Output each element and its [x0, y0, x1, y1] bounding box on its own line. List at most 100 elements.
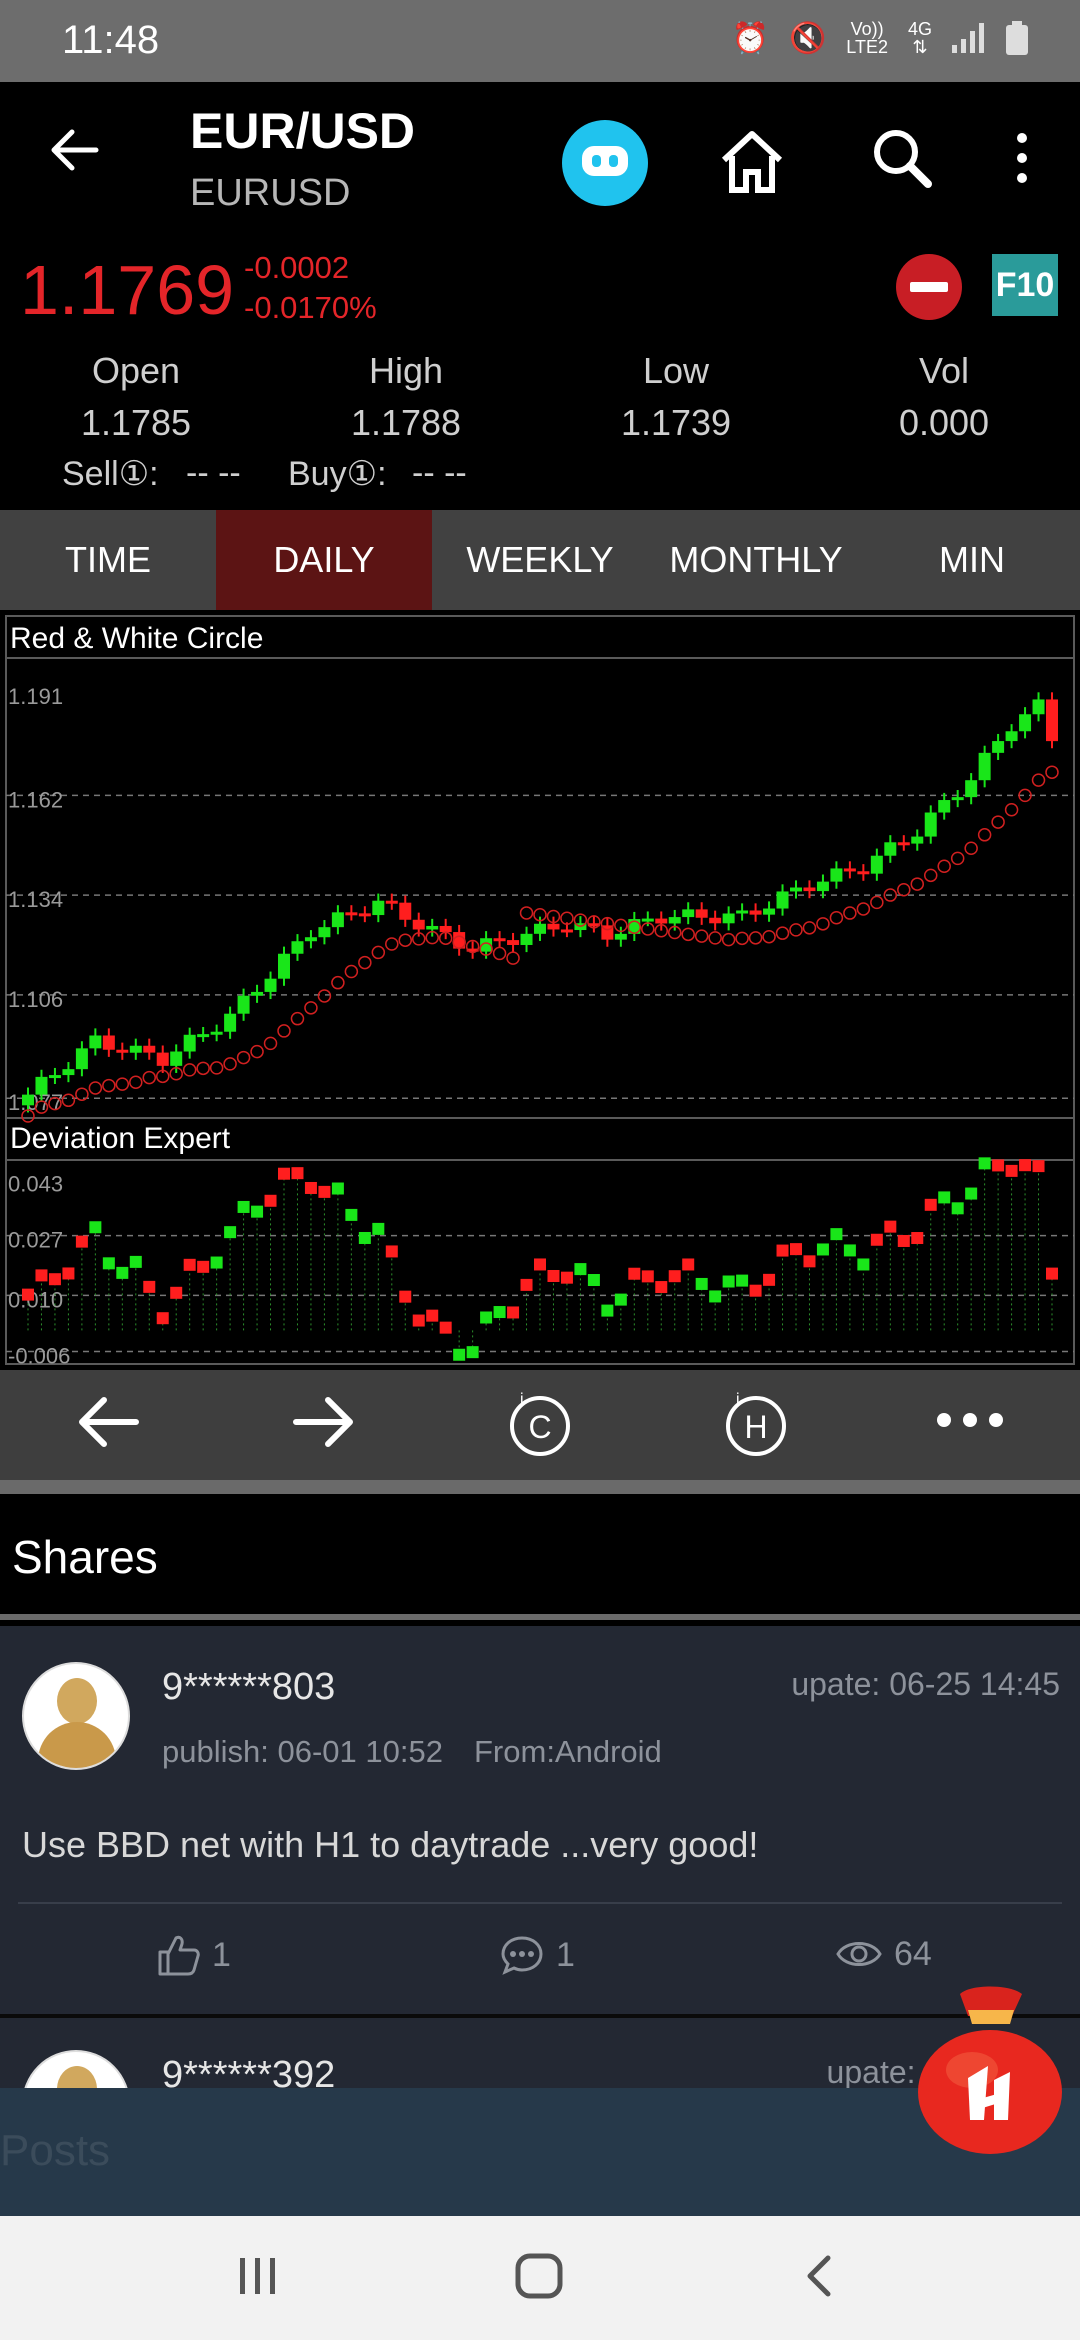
candle [830, 868, 843, 882]
candle [520, 933, 533, 945]
trail-circle [910, 877, 925, 891]
robot-assistant-button[interactable] [562, 120, 648, 206]
share-post[interactable]: 9******803 upate: 06-25 14:45 publish: 0… [0, 1626, 1080, 2014]
tab-min[interactable]: MIN [864, 510, 1080, 610]
trail-circle [937, 859, 951, 874]
trail-circle [735, 931, 749, 946]
deviation-point [331, 1182, 344, 1195]
candle [129, 1045, 142, 1053]
shares-header: Shares [0, 1494, 1080, 1620]
scroll-right-arrow-icon[interactable] [292, 1392, 356, 1452]
search-icon[interactable] [870, 126, 934, 190]
candle [224, 1013, 237, 1032]
candle [143, 1045, 156, 1053]
deviation-point [965, 1187, 978, 1200]
trail-circle [129, 1075, 143, 1089]
deviation-point [776, 1244, 789, 1257]
candle [493, 938, 506, 942]
sub-chart-title: Deviation Expert [10, 1122, 231, 1155]
post-username[interactable]: 9******803 [162, 1666, 335, 1709]
trail-circle [519, 906, 534, 920]
deviation-point [251, 1205, 264, 1218]
deviation-point [170, 1286, 183, 1299]
trail-circle [721, 932, 736, 947]
status-icons: ⏰ 🔇 Vo)) LTE2 4G ⇅ [732, 20, 1028, 56]
candle [655, 918, 668, 924]
deviation-point [264, 1194, 277, 1207]
deviation-point [628, 1267, 641, 1280]
tab-monthly[interactable]: MONTHLY [648, 510, 864, 610]
price-chart[interactable]: Red & White Circle Deviation Expert 1.19… [0, 610, 1080, 1370]
y-tick-label: 0.043 [8, 1172, 63, 1197]
deviation-point [439, 1321, 452, 1334]
deviation-point [978, 1157, 991, 1170]
deviation-point [951, 1202, 964, 1215]
candle [1046, 699, 1058, 742]
deviation-point [89, 1221, 102, 1234]
candle [22, 1094, 34, 1106]
trail-circle [236, 1050, 251, 1065]
deviation-point [520, 1278, 533, 1291]
indicator-c-icon[interactable]: C i [506, 1390, 574, 1458]
home-button-icon[interactable] [514, 2252, 564, 2300]
deviation-point [210, 1256, 223, 1269]
deviation-point [318, 1185, 331, 1198]
trail-circle [209, 1061, 224, 1075]
trail-circle [923, 868, 938, 883]
candle [1005, 731, 1018, 742]
post-username[interactable]: 9******392 [162, 2054, 335, 2088]
deviation-point [614, 1293, 627, 1306]
signal-icon [952, 23, 984, 53]
stat-low: Low 1.1739 [620, 350, 732, 443]
tab-weekly[interactable]: WEEKLY [432, 510, 648, 610]
deviation-point [722, 1275, 735, 1288]
more-tools-icon[interactable] [934, 1410, 1006, 1430]
avatar[interactable] [22, 2050, 130, 2088]
deviation-point [749, 1284, 762, 1297]
svg-text:H: H [744, 1409, 767, 1445]
back-arrow-icon[interactable] [48, 124, 100, 176]
home-icon[interactable] [718, 126, 786, 196]
candle [938, 800, 951, 813]
y-tick-label: 1.134 [8, 887, 63, 912]
trail-circle [385, 937, 399, 951]
tab-time[interactable]: TIME [0, 510, 216, 610]
deviation-point [507, 1306, 520, 1319]
deviation-point [35, 1269, 48, 1282]
y-tick-label: 1.106 [8, 987, 63, 1012]
stat-vol: Vol 0.000 [898, 350, 990, 443]
back-button-icon[interactable] [802, 2252, 836, 2300]
deviation-point [668, 1270, 681, 1283]
chart-toolbar: C i H i [0, 1370, 1080, 1480]
status-bar: 11:48 ⏰ 🔇 Vo)) LTE2 4G ⇅ [0, 0, 1080, 82]
deviation-point [830, 1228, 843, 1241]
deviation-point [412, 1314, 425, 1327]
deviation-point [857, 1258, 870, 1271]
red-bag-promo-icon[interactable] [910, 1980, 1070, 2160]
deviation-point [911, 1232, 924, 1245]
trail-circle [950, 851, 965, 866]
indicator-h-icon[interactable]: H i [722, 1390, 790, 1458]
trail-circle [492, 946, 507, 961]
avatar[interactable] [22, 1662, 130, 1770]
candle [264, 978, 277, 992]
candle [749, 910, 762, 915]
scroll-left-arrow-icon[interactable] [76, 1392, 140, 1452]
like-button[interactable]: 1 [156, 1934, 231, 1976]
candle [75, 1048, 88, 1070]
deviation-point [116, 1266, 129, 1279]
candle [304, 937, 317, 942]
tab-daily[interactable]: DAILY [216, 510, 432, 610]
deviation-point [641, 1270, 654, 1283]
recent-apps-icon[interactable] [236, 2252, 280, 2300]
y-tick-label: 1.191 [8, 684, 63, 709]
remove-watchlist-button[interactable] [896, 254, 962, 320]
more-options-icon[interactable] [1010, 130, 1034, 190]
f10-button[interactable]: F10 [992, 254, 1058, 316]
symbol-title: EUR/USD [190, 103, 416, 159]
comment-button[interactable]: 1 [500, 1934, 575, 1976]
candle [992, 741, 1005, 753]
battery-icon [1006, 21, 1028, 55]
candle [372, 900, 385, 916]
deviation-point [102, 1257, 115, 1270]
